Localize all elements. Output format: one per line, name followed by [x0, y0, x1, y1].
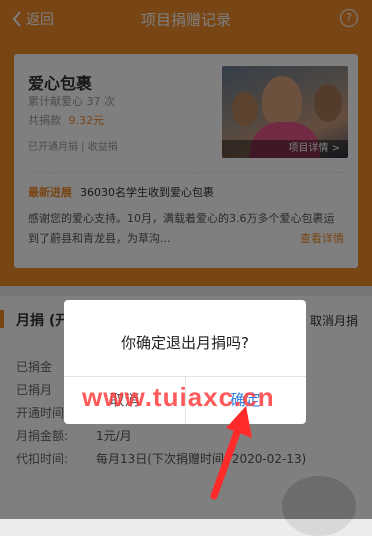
arrow-annotation-icon — [210, 406, 252, 500]
modal-overlay — [0, 0, 372, 519]
dialog-message: 你确定退出月捐吗? — [121, 334, 249, 352]
